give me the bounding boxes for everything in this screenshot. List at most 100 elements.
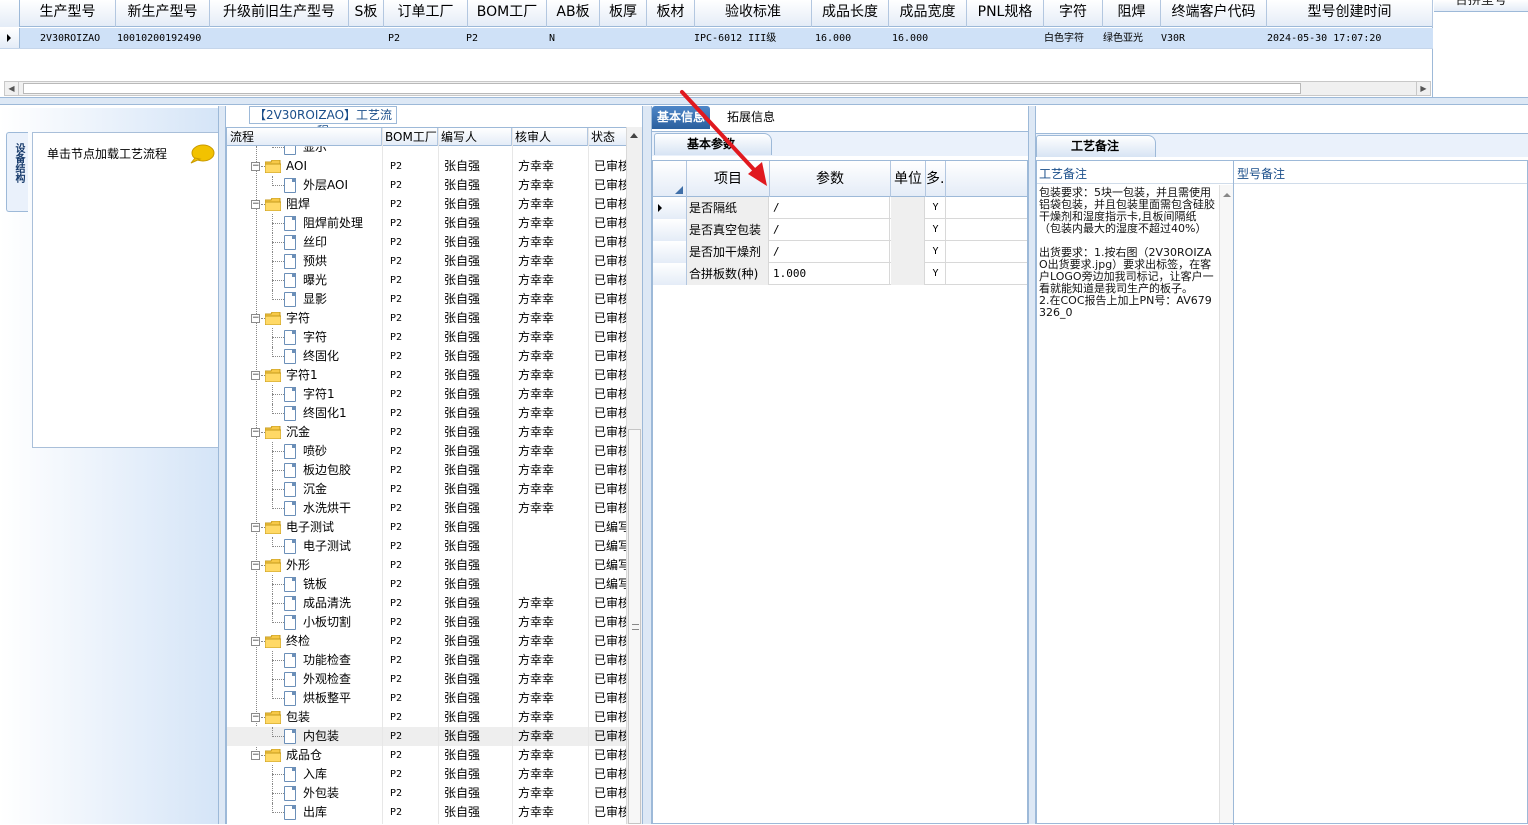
collapse-toggle-icon[interactable]: −: [251, 561, 260, 570]
param-value[interactable]: /: [770, 219, 890, 241]
scroll-thumb[interactable]: [628, 429, 641, 824]
tree-leaf-node[interactable]: 外包装 P2 张自强 方幸幸 已审核: [227, 784, 627, 803]
tree-folder-node[interactable]: − 成品仓 P2 张自强 方幸幸 已审核: [227, 746, 627, 765]
tree-folder-node[interactable]: − 终检 P2 张自强 方幸幸 已审核: [227, 632, 627, 651]
column-header[interactable]: 成品长度: [812, 0, 889, 27]
tree-leaf-node[interactable]: 阻焊前处理 P2 张自强 方幸幸 已审核: [227, 214, 627, 233]
param-flag[interactable]: Y: [926, 197, 946, 219]
tree-leaf-node[interactable]: 出库 P2 张自强 方幸幸 已审核: [227, 803, 627, 822]
column-header[interactable]: 验收标准: [695, 0, 812, 27]
param-flag[interactable]: Y: [926, 241, 946, 263]
column-header[interactable]: 板材: [647, 0, 695, 27]
param-unit[interactable]: [891, 263, 925, 285]
column-header[interactable]: S板: [349, 0, 384, 27]
flow-column-header[interactable]: 核审人: [512, 128, 588, 146]
tree-leaf-node[interactable]: 显影 P2 张自强 方幸幸 已审核: [227, 290, 627, 309]
tree-leaf-node[interactable]: 沉金 P2 张自强 方幸幸 已审核: [227, 480, 627, 499]
param-column-header[interactable]: 单位: [891, 161, 926, 197]
flow-column-header[interactable]: BOM工厂: [382, 128, 438, 146]
column-header[interactable]: 生产型号: [20, 0, 116, 27]
tree-leaf-node[interactable]: 字符 P2 张自强 方幸幸 已审核: [227, 328, 627, 347]
collapse-toggle-icon[interactable]: −: [251, 713, 260, 722]
tree-folder-node[interactable]: − 字符1 P2 张自强 方幸幸 已审核: [227, 366, 627, 385]
scroll-thumb[interactable]: [23, 83, 1301, 94]
tree-folder-node[interactable]: − 电子测试 P2 张自强 已编写: [227, 518, 627, 537]
tree-leaf-node[interactable]: 功能检查 P2 张自强 方幸幸 已审核: [227, 651, 627, 670]
process-notes-text[interactable]: 包装要求：5块一包装，并且需使用铝袋包装，并且包装里面需包含硅胶干燥剂和湿度指示…: [1039, 187, 1217, 319]
load-flow-box[interactable]: 单击节点加载工艺流程: [32, 132, 220, 448]
tree-leaf-node[interactable]: 铣板 P2 张自强 已编写: [227, 575, 627, 594]
param-column-header[interactable]: 多..: [926, 161, 946, 197]
tree-leaf-node[interactable]: 终固化 P2 张自强 方幸幸 已审核: [227, 347, 627, 366]
param-column-header[interactable]: 参数: [770, 161, 891, 197]
flow-column-header[interactable]: 状态: [588, 128, 628, 146]
scroll-left-icon[interactable]: ◀: [5, 82, 19, 95]
column-header[interactable]: 升级前旧生产型号: [210, 0, 349, 27]
collapse-toggle-icon[interactable]: −: [251, 428, 260, 437]
param-flag[interactable]: Y: [926, 263, 946, 285]
scroll-up-icon[interactable]: [630, 133, 638, 138]
tree-leaf-node[interactable]: 字符1 P2 张自强 方幸幸 已审核: [227, 385, 627, 404]
column-header[interactable]: PNL规格: [967, 0, 1044, 27]
tree-leaf-node[interactable]: 成品清洗 P2 张自强 方幸幸 已审核: [227, 594, 627, 613]
product-grid-row[interactable]: 2V30ROIZAO 10010200192490 P2 P2 N IPC-6012 II…: [0, 28, 1433, 49]
tree-leaf-node[interactable]: 电子测试 P2 张自强 已编写: [227, 537, 627, 556]
tree-folder-node[interactable]: − AOI P2 张自强 方幸幸 已审核: [227, 157, 627, 176]
column-header[interactable]: 字符: [1044, 0, 1103, 27]
flow-column-header[interactable]: 编写人: [438, 128, 512, 146]
column-header[interactable]: 板厚: [600, 0, 647, 27]
middle-splitter[interactable]: [642, 106, 652, 824]
scroll-up-icon[interactable]: [1223, 193, 1231, 197]
collapse-toggle-icon[interactable]: −: [251, 751, 260, 760]
column-header[interactable]: 订单工厂: [384, 0, 468, 27]
tree-folder-node[interactable]: − 外形 P2 张自强 已编写: [227, 556, 627, 575]
tree-leaf-node[interactable]: 烘板整平 P2 张自强 方幸幸 已审核: [227, 689, 627, 708]
column-header[interactable]: 成品宽度: [889, 0, 967, 27]
param-unit[interactable]: [891, 241, 925, 263]
param-unit[interactable]: [891, 219, 925, 241]
param-unit[interactable]: [891, 197, 925, 219]
column-header[interactable]: 终端客户代码: [1161, 0, 1267, 27]
notes-scrollbar[interactable]: [1219, 185, 1233, 823]
flow-column-header[interactable]: 流程: [227, 128, 382, 146]
column-header[interactable]: 型号创建时间: [1267, 0, 1433, 27]
collapse-toggle-icon[interactable]: −: [251, 200, 260, 209]
tree-leaf-node[interactable]: 外层AOI P2 张自强 方幸幸 已审核: [227, 176, 627, 195]
tab-process-notes[interactable]: 工艺备注: [1036, 135, 1156, 157]
param-value[interactable]: 1.000: [770, 263, 890, 285]
tree-leaf-node[interactable]: 喷砂 P2 张自强 方幸幸 已审核: [227, 442, 627, 461]
tree-leaf-node[interactable]: 曝光 P2 张自强 方幸幸 已审核: [227, 271, 627, 290]
tree-folder-node[interactable]: − 沉金 P2 张自强 方幸幸 已审核: [227, 423, 627, 442]
tree-leaf-node[interactable]: 显示: [227, 146, 627, 157]
left-splitter[interactable]: [218, 106, 226, 824]
param-row[interactable]: 是否加干燥剂 / Y: [653, 241, 1027, 263]
tree-leaf-node[interactable]: 终固化1 P2 张自强 方幸幸 已审核: [227, 404, 627, 423]
right-splitter[interactable]: [1028, 106, 1036, 824]
tree-leaf-node[interactable]: 丝印 P2 张自强 方幸幸 已审核: [227, 233, 627, 252]
collapse-toggle-icon[interactable]: −: [251, 637, 260, 646]
tree-leaf-node[interactable]: 外观检查 P2 张自强 方幸幸 已审核: [227, 670, 627, 689]
tree-leaf-node[interactable]: 内包装 P2 张自强 方幸幸 已审核: [227, 727, 627, 746]
tree-folder-node[interactable]: − 阻焊 P2 张自强 方幸幸 已审核: [227, 195, 627, 214]
param-row[interactable]: 合拼板数(种) 1.000 Y: [653, 263, 1027, 285]
tree-folder-node[interactable]: − 字符 P2 张自强 方幸幸 已审核: [227, 309, 627, 328]
tree-leaf-node[interactable]: 板边包胶 P2 张自强 方幸幸 已审核: [227, 461, 627, 480]
param-value[interactable]: /: [770, 241, 890, 263]
equipment-structure-tab[interactable]: 设备结构: [6, 132, 28, 212]
collapse-toggle-icon[interactable]: −: [251, 371, 260, 380]
column-header[interactable]: 阻焊: [1103, 0, 1161, 27]
param-flag[interactable]: Y: [926, 219, 946, 241]
column-header[interactable]: 新生产型号: [116, 0, 210, 27]
collapse-toggle-icon[interactable]: −: [251, 162, 260, 171]
column-header[interactable]: BOM工厂: [468, 0, 547, 27]
param-value[interactable]: /: [770, 197, 890, 219]
param-row[interactable]: 是否真空包装 / Y: [653, 219, 1027, 241]
collapse-toggle-icon[interactable]: −: [251, 523, 260, 532]
collapse-toggle-icon[interactable]: −: [251, 314, 260, 323]
tree-leaf-node[interactable]: 入库 P2 张自强 方幸幸 已审核: [227, 765, 627, 784]
param-row[interactable]: 是否隔纸 / Y: [653, 197, 1027, 219]
tree-leaf-node[interactable]: 预烘 P2 张自强 方幸幸 已审核: [227, 252, 627, 271]
flow-vertical-scrollbar[interactable]: [626, 127, 642, 824]
tree-leaf-node[interactable]: 水洗烘干 P2 张自强 方幸幸 已审核: [227, 499, 627, 518]
column-header[interactable]: AB板: [547, 0, 600, 27]
